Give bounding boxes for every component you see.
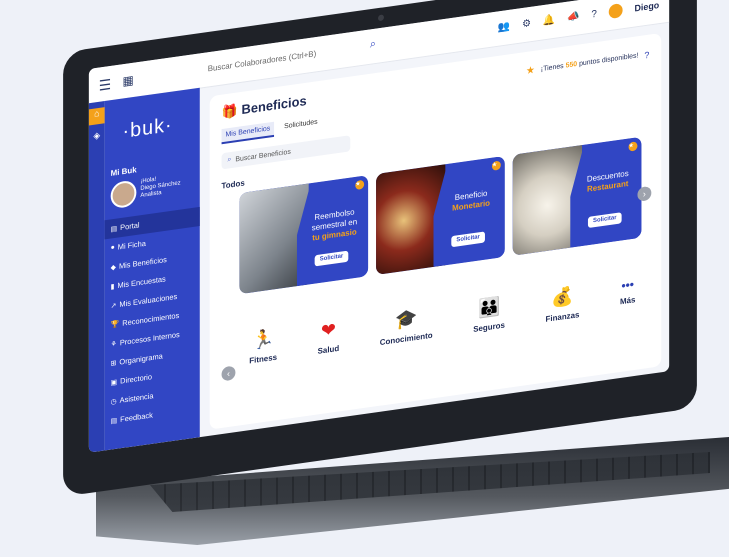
category-label: Conocimiento xyxy=(379,330,433,348)
sidebar-nav: ▤ Portal ● Mi Ficha ◆ Mis Beneficios ▮ Mis E… xyxy=(104,206,200,431)
hamburger-icon[interactable]: ☰ xyxy=(99,76,111,95)
directory-icon: ▣ xyxy=(110,378,118,387)
megaphone-icon[interactable]: 📣 xyxy=(567,11,579,24)
card-label: Reembolso semestral en tu gimnasio xyxy=(305,206,364,245)
tab-solicitudes[interactable]: Solicitudes xyxy=(280,115,321,136)
user-avatar-icon[interactable] xyxy=(608,3,623,20)
solicitar-button[interactable]: Solicitar xyxy=(588,212,622,228)
sidebar-item-label: Asistencia xyxy=(119,391,154,405)
category-mas[interactable]: ••• Más xyxy=(620,277,635,314)
sidebar-item-label: Mi Ficha xyxy=(117,238,146,252)
help-icon[interactable]: ? xyxy=(591,8,597,20)
category-finanzas[interactable]: 💰 Finanzas xyxy=(546,285,580,324)
points-prefix: ¡Tienes xyxy=(540,62,566,74)
help-icon[interactable]: ? xyxy=(644,49,649,60)
buk-logo: ·buk· xyxy=(122,113,173,143)
global-search-input[interactable]: Buscar Colaboradores (Ctrl+B) xyxy=(208,49,317,73)
category-fitness[interactable]: 🏃 Fitness xyxy=(249,327,278,366)
solicitar-button[interactable]: Solicitar xyxy=(315,251,349,267)
tab-mis-beneficios[interactable]: Mis Beneficios xyxy=(221,121,275,145)
card-label: Descuentos Restaurant xyxy=(578,168,637,197)
points-suffix: puntos disponibles! xyxy=(577,52,639,68)
laptop: ☰ ▦ Buscar Colaboradores (Ctrl+B) ⌕ 👥 ⚙ … xyxy=(0,0,729,557)
gift-icon: 🎁 xyxy=(221,102,238,120)
process-icon: ⚘ xyxy=(110,340,117,349)
heart-icon: ❤ xyxy=(320,319,336,342)
webcam xyxy=(378,14,384,22)
benefit-card-gym[interactable]: Reembolso semestral en tu gimnasio Solicit… xyxy=(239,175,369,295)
category-label: Finanzas xyxy=(545,310,580,324)
points-value: 550 xyxy=(565,60,578,70)
card-label: Beneficio Monetario xyxy=(441,187,500,216)
chevron-right-icon[interactable]: › xyxy=(637,185,652,202)
section-heading: Todos xyxy=(221,178,245,191)
category-label: Más xyxy=(620,295,636,307)
survey-icon: ▮ xyxy=(110,282,115,291)
section-title: Mi Buk xyxy=(110,165,137,178)
feedback-icon: ▤ xyxy=(110,416,118,425)
category-label: Salud xyxy=(317,343,340,356)
icon-rail: ⌂ ◈ xyxy=(88,101,105,453)
bell-icon[interactable]: 🔔 xyxy=(543,14,555,27)
trophy-icon: 🏆 xyxy=(110,320,120,329)
benefit-cards: Reembolso semestral en tu gimnasio Solicit… xyxy=(239,136,642,295)
category-salud[interactable]: ❤ Salud xyxy=(318,319,340,356)
people-icon[interactable]: 👥 xyxy=(498,20,510,33)
user-icon: ● xyxy=(110,244,115,252)
page-title: 🎁 Beneficios xyxy=(222,93,307,121)
sidebar-item-label: Mis Encuestas xyxy=(117,274,166,291)
category-conocimiento[interactable]: 🎓 Conocimiento xyxy=(379,305,433,348)
more-icon: ••• xyxy=(621,277,634,294)
star-icon: ★ xyxy=(525,64,535,78)
sidebar-item-label: Feedback xyxy=(120,410,153,425)
sidebar-item-label: Mis Beneficios xyxy=(118,254,167,271)
layers-icon[interactable]: ◈ xyxy=(89,129,105,147)
profile: ¡Hola! Diego Sánchez Analista xyxy=(110,173,181,210)
org-icon: ⊞ xyxy=(110,359,117,368)
money-bag-icon: 💰 xyxy=(551,285,574,309)
category-seguros[interactable]: 👪 Seguros xyxy=(473,295,505,334)
global-search[interactable]: Buscar Colaboradores (Ctrl+B) ⌕ xyxy=(208,38,376,78)
points-banner: ★ ¡Tienes 550 puntos disponibles! ? xyxy=(526,49,649,77)
runner-icon: 🏃 xyxy=(252,327,275,351)
sidebar: ·buk· Mi Buk ¡Hola! Diego Sánchez Analis… xyxy=(104,87,200,451)
points-text: ¡Tienes 550 puntos disponibles! xyxy=(541,52,639,73)
category-list: 🏃 Fitness ❤ Salud 🎓 Conocimiento 👪 Seguros 💰… xyxy=(249,277,635,366)
chart-icon: ↗ xyxy=(110,301,117,310)
graduation-cap-icon: 🎓 xyxy=(395,307,418,331)
category-label: Fitness xyxy=(249,352,278,366)
search-icon: ⌕ xyxy=(227,155,232,164)
app-screen: ☰ ▦ Buscar Colaboradores (Ctrl+B) ⌕ 👥 ⚙ … xyxy=(88,0,670,453)
portal-icon: ▤ xyxy=(110,225,118,234)
sidebar-item-label: Organigrama xyxy=(119,351,163,367)
tabs: Mis Beneficios Solicitudes xyxy=(221,115,322,145)
sidebar-item-label: Directorio xyxy=(120,372,152,386)
benefits-panel: 🎁 Beneficios ★ ¡Tienes 550 puntos disponi… xyxy=(209,32,662,430)
benefits-icon: ◆ xyxy=(110,263,116,272)
toolbar-icons: 👥 ⚙ 🔔 📣 ? Diego xyxy=(498,0,659,35)
sidebar-item-label: Portal xyxy=(120,220,140,233)
laptop-lid: ☰ ▦ Buscar Colaboradores (Ctrl+B) ⌕ 👥 ⚙ … xyxy=(63,0,697,497)
clock-icon: ◷ xyxy=(110,397,117,406)
calendar-icon[interactable]: ▦ xyxy=(123,73,134,89)
family-icon: 👪 xyxy=(477,295,501,320)
benefit-card-monetario[interactable]: Beneficio Monetario Solicitar ★ xyxy=(376,155,505,275)
solicitar-button[interactable]: Solicitar xyxy=(451,231,485,247)
page-title-text: Beneficios xyxy=(241,92,307,118)
chevron-left-icon[interactable]: ‹ xyxy=(221,365,236,382)
benefits-search-input[interactable]: Buscar Beneficios xyxy=(235,148,290,163)
search-icon[interactable]: ⌕ xyxy=(370,38,376,52)
avatar xyxy=(110,179,137,210)
home-icon[interactable]: ⌂ xyxy=(88,107,105,126)
category-label: Seguros xyxy=(473,320,505,335)
gear-icon[interactable]: ⚙ xyxy=(522,17,531,29)
user-name[interactable]: Diego xyxy=(634,0,659,13)
benefit-card-restaurant[interactable]: Descuentos Restaurant Solicitar ★ xyxy=(512,136,642,256)
